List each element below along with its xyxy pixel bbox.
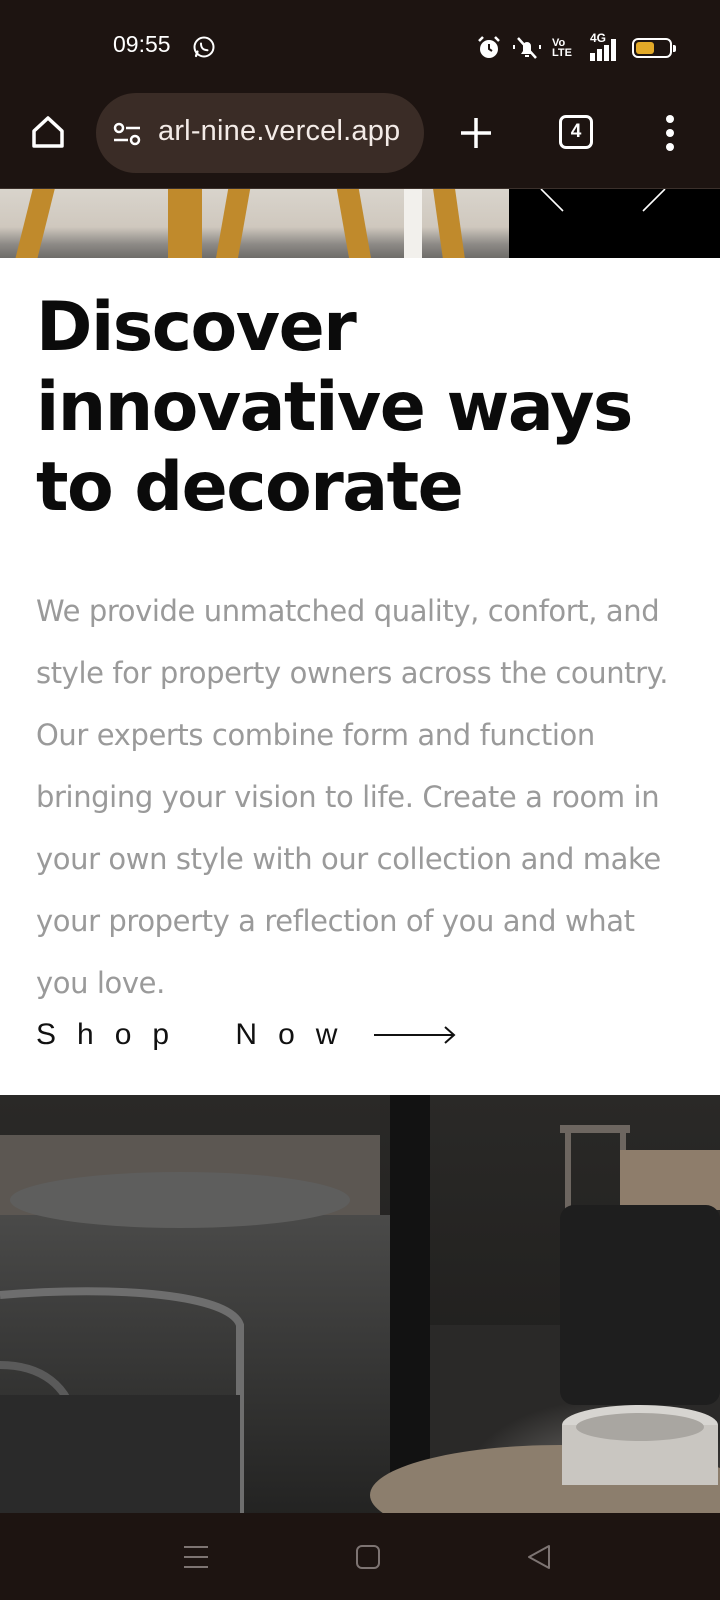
hero-description: We provide unmatched quality, confort, a…	[36, 594, 669, 1000]
signal-icon: 4G	[582, 31, 622, 61]
more-menu-icon[interactable]	[660, 113, 680, 153]
slider-controls	[509, 189, 720, 258]
shop-now-link[interactable]: Shop Now	[36, 1015, 456, 1055]
mute-icon	[513, 37, 542, 59]
tabs-button[interactable]: 4	[559, 115, 593, 149]
battery-level	[636, 42, 654, 54]
whatsapp-icon	[193, 36, 215, 58]
new-tab-icon[interactable]	[458, 115, 494, 151]
bedroom-photo	[0, 1095, 720, 1513]
status-time: 09:55	[113, 31, 171, 57]
battery-icon	[632, 38, 676, 58]
site-settings-icon[interactable]	[112, 121, 142, 147]
status-bar: 09:55 Vo LTE 4G	[0, 0, 720, 88]
page-headline: Discover innovative ways to decorate	[36, 288, 633, 527]
volte-bottom-label: LTE	[552, 47, 572, 59]
hero-content: Discover innovative ways to decorate We …	[36, 258, 686, 1014]
next-slide-icon[interactable]	[641, 189, 681, 213]
home-button-icon[interactable]	[354, 1543, 382, 1571]
alarm-icon	[478, 36, 500, 58]
address-bar[interactable]: arl-nine.vercel.app	[96, 93, 424, 173]
back-icon[interactable]	[525, 1543, 553, 1571]
home-icon[interactable]	[28, 112, 68, 152]
tab-count: 4	[570, 121, 582, 142]
system-nav-bar	[0, 1513, 720, 1600]
prev-slide-icon[interactable]	[537, 189, 577, 213]
arrow-right-icon[interactable]	[374, 1025, 456, 1045]
browser-toolbar: arl-nine.vercel.app 4	[0, 88, 720, 189]
volte-icon: Vo LTE	[552, 38, 572, 59]
status-icons: Vo LTE 4G	[476, 31, 676, 62]
hero-image-bottom	[0, 1095, 720, 1513]
url-text[interactable]: arl-nine.vercel.app	[158, 115, 400, 148]
recent-apps-icon[interactable]	[182, 1543, 210, 1571]
shop-now-label[interactable]: Shop Now	[36, 1018, 358, 1052]
